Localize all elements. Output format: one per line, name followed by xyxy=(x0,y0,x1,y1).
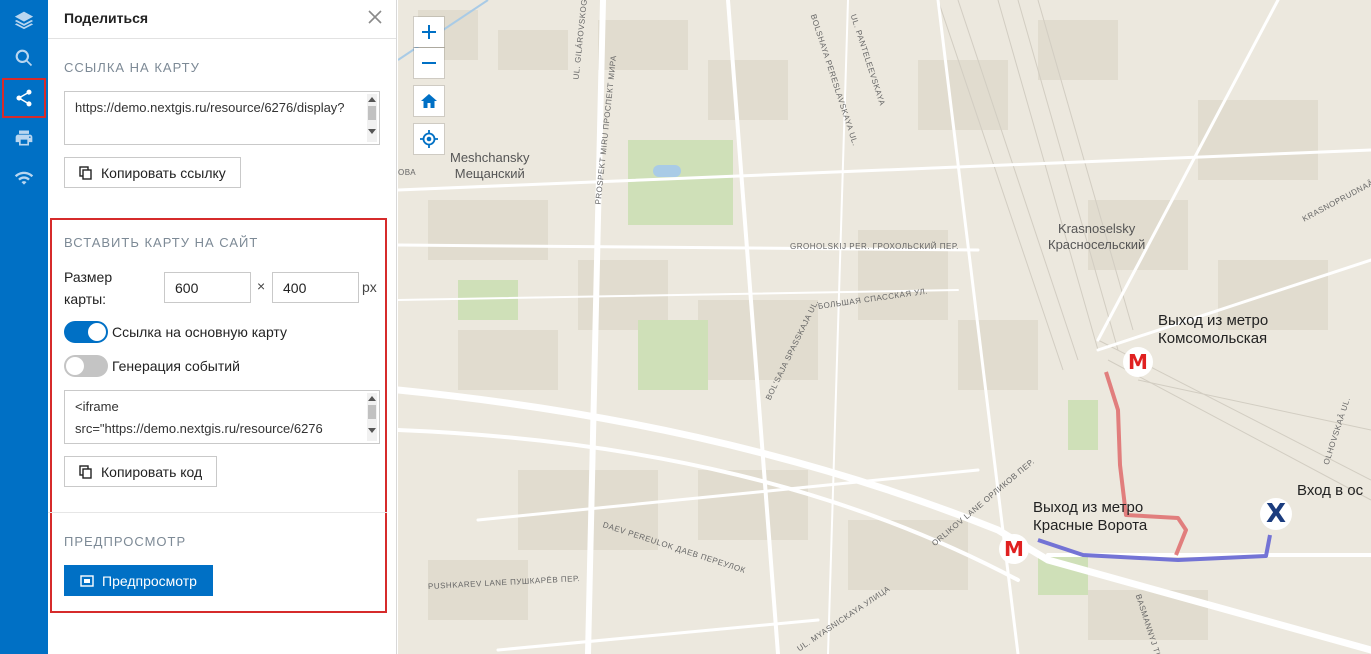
poi-line: Вход в ос xyxy=(1297,482,1364,499)
wifi-button[interactable] xyxy=(0,158,48,198)
width-input[interactable]: 600 xyxy=(164,272,251,303)
main-link-toggle[interactable] xyxy=(64,321,108,343)
layers-button[interactable] xyxy=(0,0,48,40)
district-label-krasnoselsky: Krasnoselsky Красносельский xyxy=(1048,221,1145,253)
preview-button-label: Предпросмотр xyxy=(102,572,197,589)
metro-icon[interactable]: М xyxy=(1123,347,1153,377)
link-url-field[interactable]: https://demo.nextgis.ru/resource/6276/di… xyxy=(64,91,380,145)
district-label-meshchansky: Meshchansky Мещанский xyxy=(450,150,529,182)
times-sign: × xyxy=(257,278,266,294)
share-icon xyxy=(16,89,32,107)
copy-link-button[interactable]: Копировать ссылку xyxy=(64,157,241,188)
locate-icon xyxy=(420,130,438,148)
metro-symbol: М xyxy=(1128,350,1148,374)
code-scrollbar[interactable] xyxy=(367,393,377,441)
layers-icon xyxy=(14,11,34,30)
link-url-value: https://demo.nextgis.ru/resource/6276/di… xyxy=(75,100,345,115)
district-latin: Krasnoselsky xyxy=(1058,221,1136,236)
copy-code-label: Копировать код xyxy=(101,463,203,480)
print-icon xyxy=(15,130,33,146)
home-button[interactable] xyxy=(414,86,444,116)
search-button[interactable] xyxy=(0,38,48,78)
height-input[interactable]: 400 xyxy=(272,272,359,303)
poi-line: Красные Ворота xyxy=(1033,517,1148,534)
copy-icon xyxy=(79,165,92,180)
embed-section-title: ВСТАВИТЬ КАРТУ НА САЙТ xyxy=(64,235,259,250)
close-button[interactable] xyxy=(366,8,384,26)
divider xyxy=(48,512,387,513)
copy-icon xyxy=(79,464,92,479)
share-panel: Поделиться ССЫЛКА НА КАРТУ https://demo.… xyxy=(48,0,397,654)
minus-icon xyxy=(422,62,436,64)
link-section-title: ССЫЛКА НА КАРТУ xyxy=(64,60,200,75)
poi-line: Выход из метро xyxy=(1158,312,1269,329)
wifi-icon xyxy=(14,171,34,185)
map-size-label: Размер карты: xyxy=(64,269,113,307)
home-icon xyxy=(421,94,437,108)
embed-code-value: <iframe src="https://demo.nextgis.ru/res… xyxy=(75,399,323,436)
poi-label-komsomolskaya: Выход из метро Комсомольская xyxy=(1158,312,1268,348)
metro-icon[interactable]: М xyxy=(999,534,1029,564)
metro-symbol: М xyxy=(1004,537,1024,561)
copy-code-button[interactable]: Копировать код xyxy=(64,456,218,487)
close-icon xyxy=(368,10,382,24)
street-label: ОВА xyxy=(398,168,417,177)
copy-link-label: Копировать ссылку xyxy=(101,164,226,181)
preview-button[interactable]: Предпросмотр xyxy=(64,565,213,596)
size-unit: px xyxy=(362,279,377,295)
events-toggle-label: Генерация событий xyxy=(112,358,240,374)
plus-icon xyxy=(422,25,436,39)
preview-icon xyxy=(80,574,94,587)
preview-section-title: ПРЕДПРОСМОТР xyxy=(64,534,187,549)
x-symbol: X xyxy=(1265,499,1287,529)
panel-title: Поделиться xyxy=(64,10,149,26)
zoom-in-button[interactable] xyxy=(414,17,444,47)
textarea-scrollbar[interactable] xyxy=(367,94,377,142)
district-cyrillic: Красносельский xyxy=(1048,237,1146,252)
embed-code-field[interactable]: <iframe src="https://demo.nextgis.ru/res… xyxy=(64,390,380,444)
map-view[interactable]: Meshchansky Мещанский Krasnoselsky Красн… xyxy=(398,0,1371,654)
poi-label-entrance: Вход в ос xyxy=(1297,482,1363,500)
district-cyrillic: Мещанский xyxy=(454,166,525,181)
street-label: GROHOLSKIJ PER. ГРОХОЛЬСКИЙ ПЕР. xyxy=(790,242,959,251)
district-latin: Meshchansky xyxy=(450,150,530,165)
main-link-toggle-label: Ссылка на основную карту xyxy=(112,324,287,340)
poi-label-krasnye-vorota: Выход из метро Красные Ворота xyxy=(1033,499,1147,535)
side-toolbar xyxy=(0,0,48,654)
share-button[interactable] xyxy=(2,78,46,118)
panel-header: Поделиться xyxy=(48,0,396,39)
entrance-x-icon[interactable]: X xyxy=(1260,498,1292,530)
poi-line: Комсомольская xyxy=(1158,330,1268,347)
locate-button[interactable] xyxy=(414,124,444,154)
search-icon xyxy=(15,49,33,67)
events-toggle[interactable] xyxy=(64,355,108,377)
zoom-out-button[interactable] xyxy=(414,48,444,78)
poi-line: Выход из метро xyxy=(1033,499,1144,516)
print-button[interactable] xyxy=(0,118,48,158)
